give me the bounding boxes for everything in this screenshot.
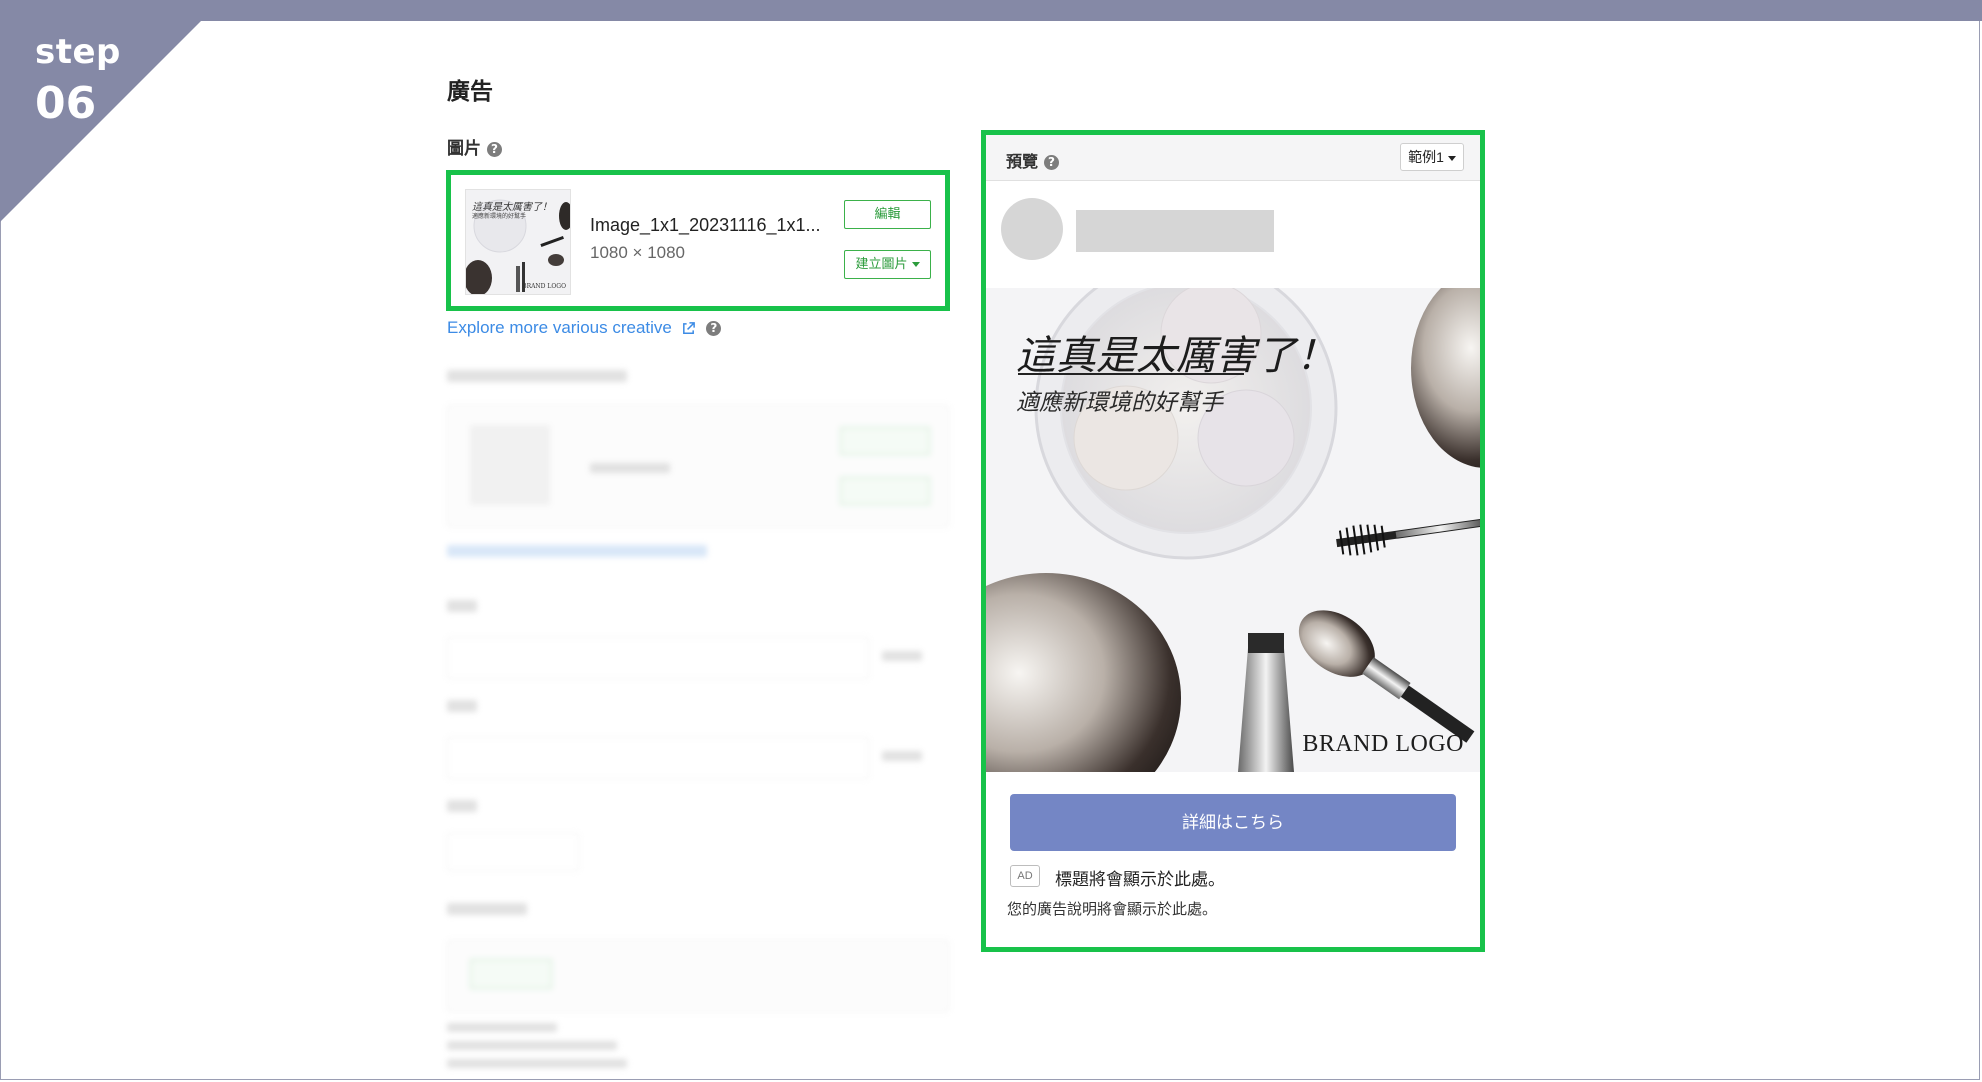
explore-creative-link[interactable]: Explore more various creative ?: [447, 318, 722, 338]
image-field-label-text: 圖片: [447, 139, 481, 158]
section-title: 廣告: [447, 78, 493, 104]
image-highlight-frame: [446, 170, 950, 311]
external-link-icon: [682, 322, 695, 334]
help-icon[interactable]: ?: [487, 142, 502, 158]
image-field-label: 圖片?: [447, 134, 502, 159]
step-number: 06: [35, 78, 97, 129]
explore-creative-text: Explore more various creative: [447, 318, 672, 337]
help-icon[interactable]: ?: [706, 321, 722, 337]
step-label: step: [35, 32, 121, 72]
blurred-form-area: [440, 355, 960, 1075]
preview-highlight-frame: [981, 130, 1485, 952]
top-banner-strip: [0, 0, 1982, 21]
